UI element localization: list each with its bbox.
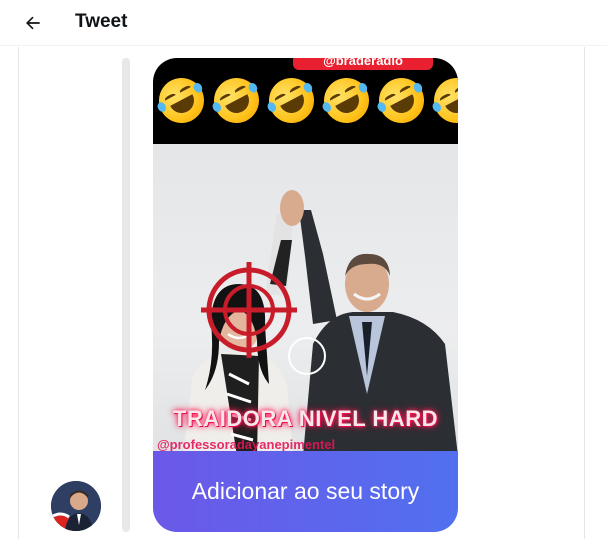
emoji-row bbox=[153, 70, 458, 131]
media-caption: TRAIDORA NIVEL HARD bbox=[173, 406, 438, 431]
tweet-media[interactable]: @braderadio TRAIDORA NIVEL HARD @profess… bbox=[153, 58, 458, 532]
avatar-image bbox=[51, 481, 101, 531]
back-button[interactable] bbox=[16, 6, 50, 40]
rolling-laughing-emoji-icon bbox=[371, 70, 432, 131]
rolling-laughing-emoji-icon bbox=[153, 70, 212, 131]
rolling-laughing-emoji-icon bbox=[316, 70, 377, 131]
add-to-story-button[interactable]: Adicionar ao seu story bbox=[153, 451, 458, 532]
media-top-banner: @braderadio bbox=[153, 58, 458, 144]
rolling-laughing-emoji-icon bbox=[261, 70, 322, 131]
arrow-left-icon bbox=[26, 16, 40, 30]
thread-line bbox=[122, 58, 130, 532]
top-handle-tag: @braderadio bbox=[293, 58, 433, 70]
rolling-laughing-emoji-icon bbox=[426, 70, 458, 131]
app-header: Tweet bbox=[0, 0, 607, 46]
bottom-handle: @professoradayanepimentel bbox=[157, 437, 336, 452]
rolling-laughing-emoji-icon bbox=[206, 70, 267, 131]
avatar[interactable] bbox=[51, 481, 101, 531]
page-title: Tweet bbox=[75, 11, 128, 32]
